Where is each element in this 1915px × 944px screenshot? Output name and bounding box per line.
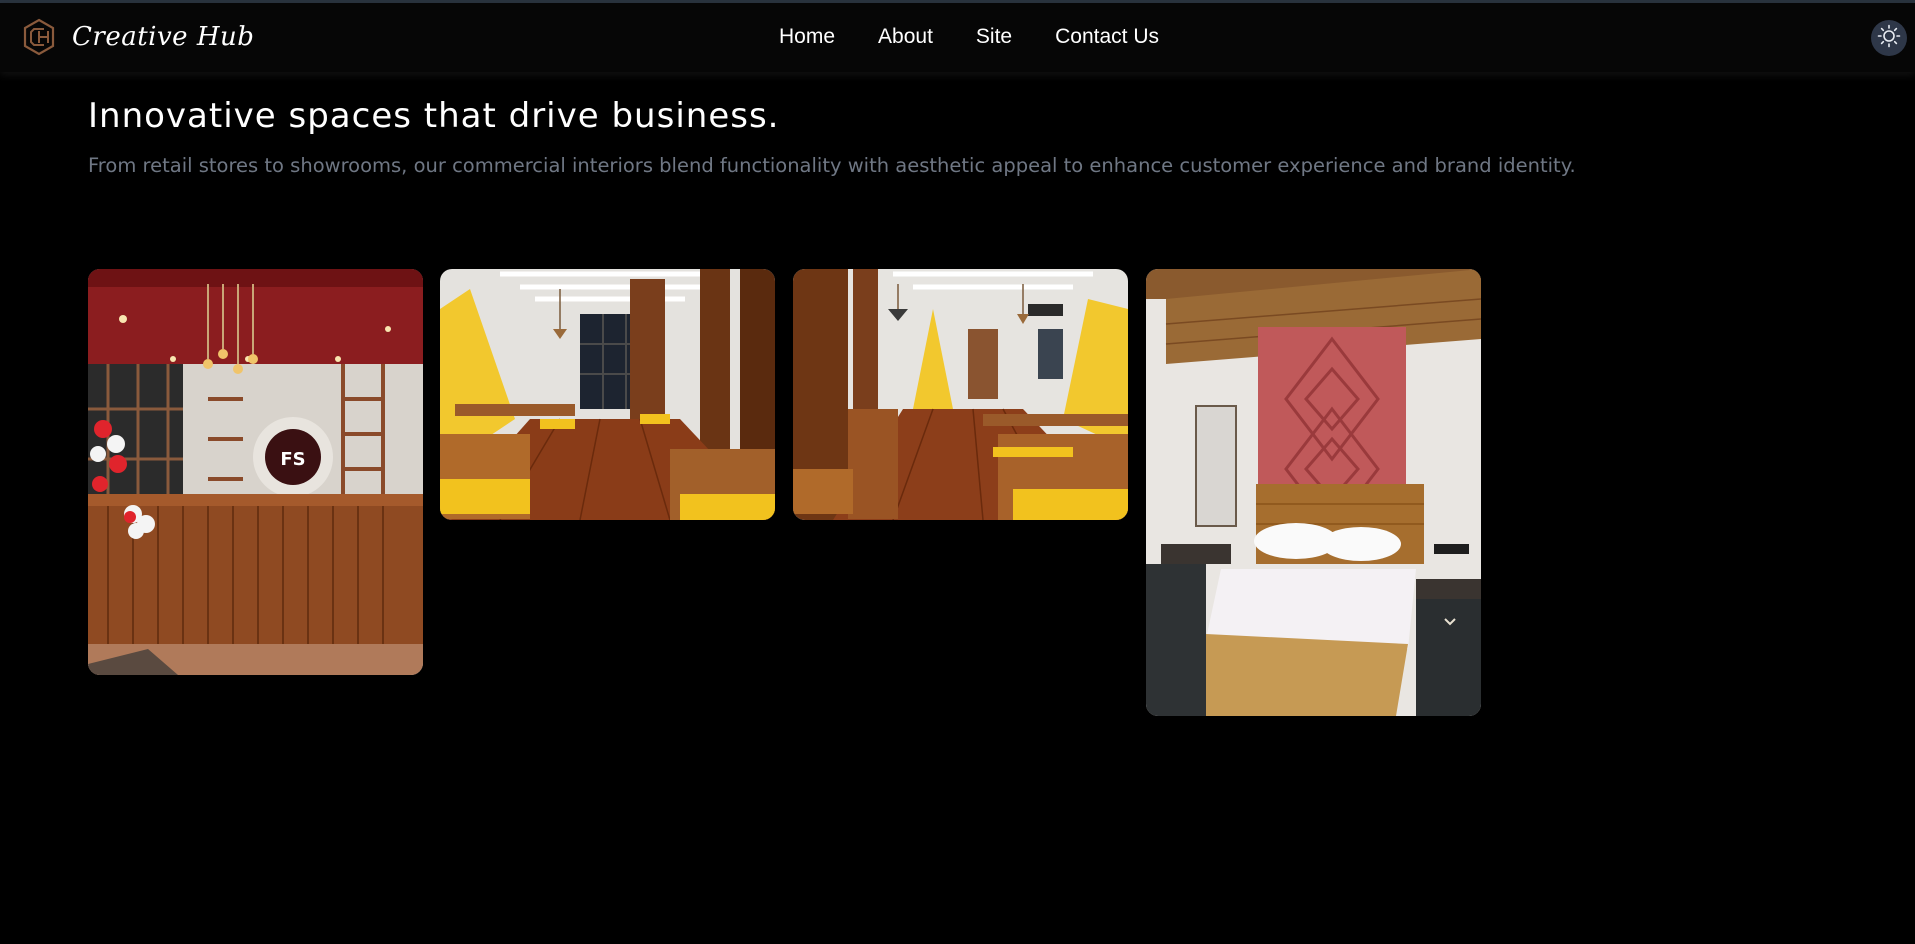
gallery-photo-cafe-counter[interactable]: FS	[88, 269, 423, 675]
nav-about-link[interactable]: About	[878, 25, 933, 49]
page-headline: Innovative spaces that drive business.	[88, 96, 780, 136]
gallery-photo-restaurant-seating[interactable]	[793, 269, 1128, 520]
sun-icon	[1877, 24, 1901, 52]
hexagon-logo-icon	[22, 18, 56, 56]
site-header: Creative Hub Home About Site Contact Us	[0, 3, 1915, 72]
main-nav: Home About Site Contact Us	[779, 25, 1159, 49]
gallery-photo-hotel-bedroom[interactable]	[1146, 269, 1481, 716]
page-description: From retail stores to showrooms, our com…	[88, 154, 1576, 177]
brand-name: Creative Hub	[72, 22, 255, 52]
theme-toggle-button[interactable]	[1871, 20, 1907, 56]
gallery-photo-restaurant-dining[interactable]	[440, 269, 775, 520]
nav-home-link[interactable]: Home	[779, 25, 835, 49]
fs-sign-text: FS	[280, 449, 305, 470]
nav-site-link[interactable]: Site	[976, 25, 1012, 49]
nav-contact-link[interactable]: Contact Us	[1055, 25, 1159, 49]
brand-logo[interactable]: Creative Hub	[22, 18, 254, 56]
